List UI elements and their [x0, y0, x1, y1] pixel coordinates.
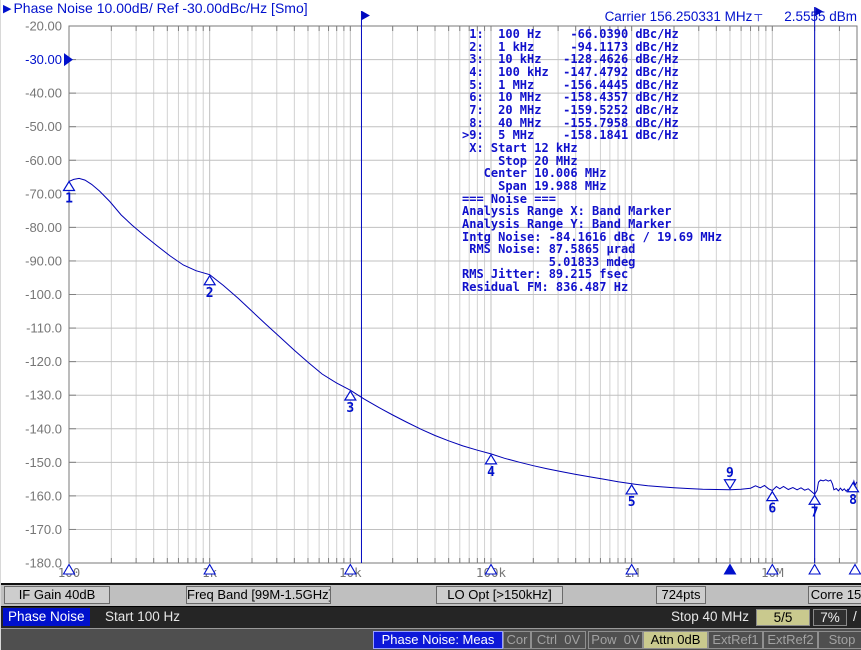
info-line: >9: 5 MHz -158.1841 dBc/Hz [462, 129, 722, 142]
info-line: X: Start 12 kHz [462, 142, 722, 155]
softkey-extref2[interactable]: ExtRef2 [763, 631, 818, 649]
marker-7-number: 7 [811, 505, 819, 520]
marker-1-number: 1 [65, 192, 73, 207]
phase-noise-plot[interactable]: -20.00 -30.00 -40.00 -50.00 -60.00 -70.00 -80.… [1, 0, 861, 583]
info-line: Residual FM: 836.487 Hz [462, 281, 722, 294]
trace-title: ▶Phase Noise 10.00dB/ Ref -30.00dBc/Hz [… [3, 0, 308, 17]
tab-phase-noise[interactable]: Phase Noise [3, 608, 90, 626]
marker-7-icon [809, 495, 820, 504]
softkey-cor[interactable]: Cor [503, 631, 531, 649]
marker-9-axis-indicator-icon [724, 565, 735, 575]
y-tick-label: -90.00 [25, 253, 62, 268]
y-tick-label: -20.00 [25, 19, 62, 34]
average-count-badge: 5/5 [756, 609, 810, 626]
marker-9-number: 9 [726, 466, 734, 481]
marker-5-icon [626, 485, 637, 494]
y-tick-label: -130.0 [25, 388, 62, 403]
softkey-attn-0db[interactable]: Attn 0dB [643, 631, 708, 649]
y-tick-label: -150.0 [25, 455, 62, 470]
status-field-freq-band-99m-1-5ghz: Freq Band [99M-1.5GHz] [186, 586, 331, 604]
marker-8-number: 8 [849, 493, 857, 508]
y-tick-label: -50.00 [25, 119, 62, 134]
y-tick-label: -40.00 [25, 86, 62, 101]
band-marker-flag-icon [362, 11, 370, 20]
status-field-724pts: 724pts [656, 586, 706, 604]
y-tick-label: -110.0 [26, 321, 62, 336]
info-line: Span 19.988 MHz [462, 180, 722, 193]
y-tick-label: -60.00 [25, 153, 62, 168]
softkey-phase-noise-meas[interactable]: Phase Noise: Meas [373, 631, 503, 649]
busy-spinner-icon: / [853, 608, 857, 626]
sweep-start-label: Start 100 Hz [105, 608, 180, 626]
progress-percent-badge: 7% [813, 609, 847, 626]
analyzer-screen: ▶Phase Noise 10.00dB/ Ref -30.00dBc/Hz [… [0, 0, 861, 650]
y-tick-label: -140.0 [25, 421, 62, 436]
y-tick-label: -120.0 [25, 354, 62, 369]
trace-title-label: Phase Noise 10.00dB/ Ref -30.00dBc/Hz [S… [13, 0, 307, 16]
marker-6-number: 6 [768, 502, 776, 517]
band-marker-flag-icon [815, 7, 823, 16]
status-field-corre-15: Corre 15 [808, 586, 861, 604]
softkey-bar: Phase Noise: MeasCorCtrl 0VPow 0VAttn 0d… [1, 628, 861, 650]
softkey-extref1[interactable]: ExtRef1 [708, 631, 763, 649]
y-tick-label: -170.0 [25, 522, 62, 537]
marker-5-number: 5 [628, 495, 636, 510]
softkey-ctrl-0v[interactable]: Ctrl 0V [531, 631, 586, 649]
softkey-pow-0v[interactable]: Pow 0V [588, 631, 643, 649]
sweep-stop-label: Stop 40 MHz [671, 608, 749, 626]
y-axis-labels: -20.00 -30.00 -40.00 -50.00 -60.00 -70.00 -80.… [25, 19, 62, 571]
y-tick-label: -80.00 [25, 220, 62, 235]
info-line: RMS Noise: 87.5865 μrad [462, 243, 722, 256]
marker-7-axis-indicator-icon [809, 565, 820, 575]
ref-level-label: -30.00 [25, 52, 62, 67]
marker-1-icon [64, 182, 75, 191]
marker-9-icon [724, 480, 735, 489]
softkey-stop[interactable]: Stop [818, 631, 861, 649]
marker-noise-info-panel: 1: 100 Hz -66.0390 dBc/Hz 2: 1 kHz -94.1… [462, 28, 722, 294]
info-line: Analysis Range X: Band Marker [462, 205, 722, 218]
marker-3-number: 3 [346, 401, 354, 416]
info-line: 4: 100 kHz -147.4792 dBc/Hz [462, 66, 722, 79]
status-field-if-gain-40db: IF Gain 40dB [4, 586, 110, 604]
x-axis-labels: 1001k10k100k1M10M [58, 565, 784, 580]
marker-2-number: 2 [206, 286, 214, 301]
marker-4-number: 4 [487, 465, 495, 480]
y-tick-label: -70.00 [25, 186, 62, 201]
info-line: 7: 20 MHz -159.5252 dBc/Hz [462, 104, 722, 117]
y-tick-label: -100.0 [25, 287, 62, 302]
marker-4-icon [485, 455, 496, 464]
status-field-lo-opt-150khz: LO Opt [>150kHz] [436, 586, 563, 604]
info-line: Analysis Range Y: Band Marker [462, 218, 722, 231]
y-tick-label: -160.0 [25, 488, 62, 503]
trace-select-icon: ▶ [3, 3, 11, 15]
info-line: 1: 100 Hz -66.0390 dBc/Hz [462, 28, 722, 41]
hardware-status-bar: IF Gain 40dB Freq Band [99M-1.5GHz] LO Opt… [1, 583, 861, 606]
measurement-status-bar: Phase Noise Start 100 Hz Stop 40 MHz 5/5… [1, 606, 861, 629]
info-line: Center 10.006 MHz [462, 167, 722, 180]
y-tick-label: -180.0 [25, 556, 62, 571]
marker-8-axis-indicator-icon [850, 565, 861, 575]
